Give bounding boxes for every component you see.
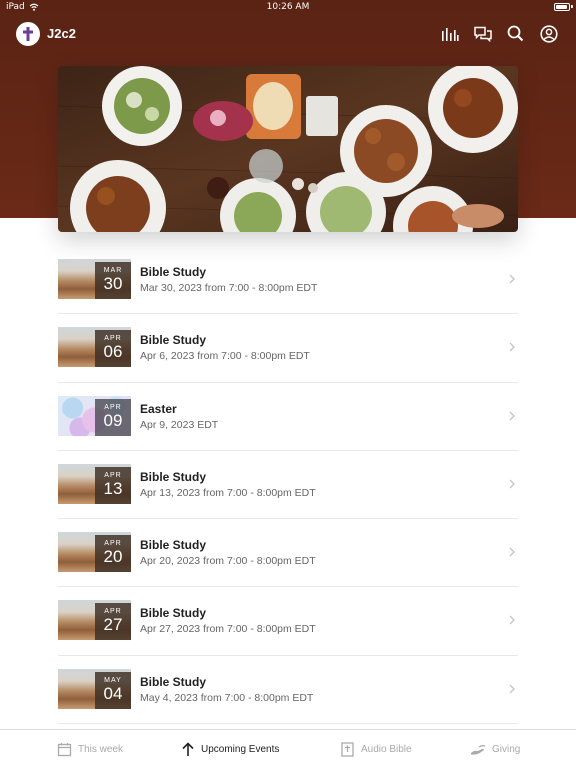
calendar-icon xyxy=(57,743,72,757)
event-row[interactable]: APR 13 Bible Study Apr 13, 2023 from 7:0… xyxy=(58,451,518,520)
chevron-right-icon xyxy=(509,411,515,421)
date-badge: APR 13 xyxy=(95,466,131,504)
badge-month: MAY xyxy=(104,676,122,684)
search-icon[interactable] xyxy=(506,24,525,43)
date-badge: MAR 30 xyxy=(95,262,131,299)
badge-month: APR xyxy=(104,403,122,411)
event-row[interactable]: APR 20 Bible Study Apr 20, 2023 from 7:0… xyxy=(58,519,518,588)
chevron-right-icon xyxy=(509,616,515,625)
event-row[interactable]: MAY 04 Bible Study May 4, 2023 from 7:00… xyxy=(58,656,518,725)
tab-label: Giving xyxy=(492,744,521,755)
app-logo[interactable] xyxy=(16,22,40,46)
event-datetime: Apr 6, 2023 from 7:00 - 8:00pm EDT xyxy=(140,350,310,363)
event-thumbnail: APR 06 xyxy=(58,327,131,368)
app-title: J2c2 xyxy=(47,26,76,41)
events-list: MAR 30 Bible Study Mar 30, 2023 from 7:0… xyxy=(58,246,518,725)
hero-banner-image xyxy=(58,66,518,232)
event-datetime: May 4, 2023 from 7:00 - 8:00pm EDT xyxy=(140,691,314,704)
event-thumbnail: MAY 04 xyxy=(58,668,131,709)
tab-audio-bible[interactable]: Audio Bible xyxy=(340,730,412,768)
chevron-right-icon xyxy=(509,479,515,489)
chevron-right-icon xyxy=(509,342,515,352)
event-thumbnail: MAR 30 xyxy=(58,259,131,299)
badge-month: APR xyxy=(104,335,122,343)
chevron-right-icon xyxy=(509,274,515,284)
event-title: Bible Study xyxy=(140,674,207,689)
battery-icon xyxy=(554,3,570,11)
event-row[interactable]: MAR 30 Bible Study Mar 30, 2023 from 7:0… xyxy=(58,246,518,315)
badge-month: APR xyxy=(104,608,122,616)
app-actions xyxy=(440,24,558,43)
profile-icon[interactable] xyxy=(539,24,558,43)
badge-day: 30 xyxy=(103,274,123,293)
event-datetime: Apr 27, 2023 from 7:00 - 8:00pm EDT xyxy=(140,623,316,636)
event-title: Bible Study xyxy=(140,265,207,279)
event-thumbnail: APR 09 xyxy=(58,395,131,436)
chevron-right-icon xyxy=(509,547,515,557)
event-row[interactable]: APR 06 Bible Study Apr 6, 2023 from 7:00… xyxy=(58,314,518,383)
status-time: 10:26 AM xyxy=(266,2,310,12)
event-title: Bible Study xyxy=(140,538,207,553)
badge-month: APR xyxy=(104,540,122,548)
tab-label: This week xyxy=(78,744,124,755)
date-badge: MAY 04 xyxy=(95,671,131,709)
tab-this-week[interactable]: This week xyxy=(57,730,123,768)
event-datetime: Mar 30, 2023 from 7:00 - 8:00pm EDT xyxy=(140,282,318,294)
date-badge: APR 20 xyxy=(95,535,131,573)
event-datetime: Apr 9, 2023 EDT xyxy=(140,418,219,431)
badge-day: 06 xyxy=(103,342,123,362)
event-title: Bible Study xyxy=(140,606,207,621)
tab-upcoming-events[interactable]: Upcoming Events xyxy=(181,730,279,768)
event-thumbnail: APR 27 xyxy=(58,600,131,641)
event-title: Easter xyxy=(140,401,177,416)
hero-food-table-illustration xyxy=(58,66,518,232)
status-bar: iPad 10:26 AM xyxy=(0,0,576,16)
tab-giving[interactable]: Giving xyxy=(470,730,520,768)
badge-day: 27 xyxy=(103,615,123,635)
badge-day: 09 xyxy=(103,410,123,430)
event-row[interactable]: APR 09 Easter Apr 9, 2023 EDT xyxy=(58,383,518,451)
tab-label: Audio Bible xyxy=(361,744,412,755)
badge-day: 04 xyxy=(103,683,123,703)
event-thumbnail: APR 13 xyxy=(58,463,131,504)
event-title: Bible Study xyxy=(140,469,207,484)
badge-month: APR xyxy=(104,471,122,479)
date-badge: APR 27 xyxy=(95,603,131,641)
date-badge: APR 06 xyxy=(95,330,131,368)
bottom-tab-bar: This week Upcoming Events Audio Bible Gi… xyxy=(0,729,576,768)
event-row[interactable]: APR 27 Bible Study Apr 27, 2023 from 7:0… xyxy=(58,587,518,656)
badge-month: MAR xyxy=(103,267,123,274)
bible-icon xyxy=(341,742,354,757)
tab-label: Upcoming Events xyxy=(201,744,280,755)
event-title: Bible Study xyxy=(140,333,207,348)
badge-day: 13 xyxy=(103,478,123,498)
chat-icon[interactable] xyxy=(473,24,492,43)
app-bar: J2c2 xyxy=(0,18,576,50)
battery-nub xyxy=(571,5,573,8)
cross-logo-icon xyxy=(23,27,33,41)
event-thumbnail: APR 20 xyxy=(58,532,131,573)
badge-day: 20 xyxy=(103,547,123,567)
bars-chart-icon[interactable] xyxy=(440,24,459,43)
giving-hand-icon xyxy=(471,744,486,755)
event-datetime: Apr 20, 2023 from 7:00 - 8:00pm EDT xyxy=(140,555,316,568)
chevron-right-icon xyxy=(509,684,515,694)
arrow-up-icon xyxy=(182,742,194,756)
event-datetime: Apr 13, 2023 from 7:00 - 8:00pm EDT xyxy=(140,486,316,499)
date-badge: APR 09 xyxy=(95,398,131,436)
